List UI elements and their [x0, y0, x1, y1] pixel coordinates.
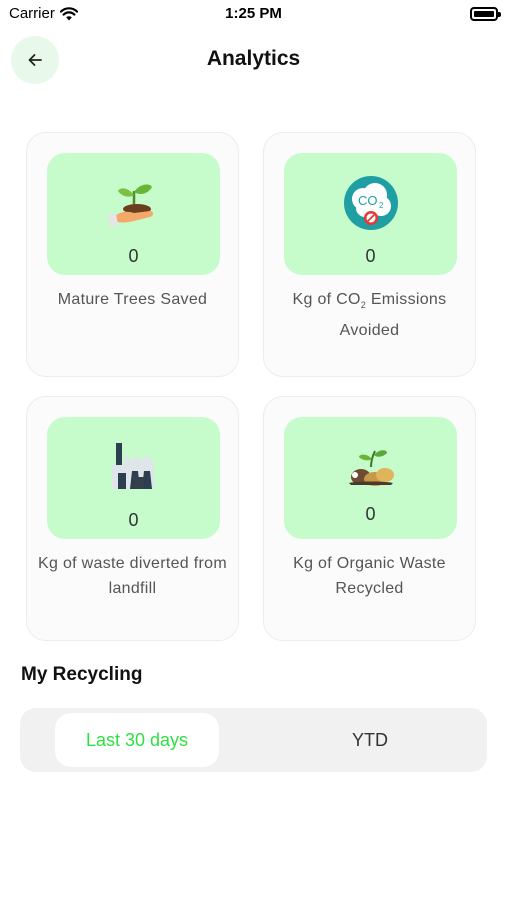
status-time: 1:25 PM	[225, 5, 282, 22]
stat-label: Kg of Organic Waste Recycled	[293, 555, 446, 597]
section-title-my-recycling: My Recycling	[21, 664, 143, 685]
svg-text:CO: CO	[358, 193, 378, 208]
stat-card-waste: 0 Kg of waste diverted from landfill	[26, 396, 239, 641]
stat-card-highlight: 0	[47, 417, 220, 539]
battery-icon	[470, 7, 501, 21]
stat-value: 0	[365, 246, 376, 266]
stat-card-highlight: 0	[284, 417, 457, 539]
stat-label: Kg of CO2 Emissions Avoided	[274, 287, 465, 343]
page-title: Analytics	[206, 47, 301, 70]
co2-blocked-icon: CO 2	[343, 176, 398, 230]
stat-card-highlight: 0	[47, 153, 220, 275]
stat-card-organic: 0 Kg of Organic Waste Recycled	[263, 396, 476, 641]
factory-icon	[111, 443, 154, 489]
status-bar: Carrier 1:25 PM	[0, 0, 507, 28]
period-segmented-control: Last 30 days YTD	[20, 708, 487, 772]
stat-label: Kg of waste diverted from landfill	[38, 555, 227, 597]
stat-value: 0	[128, 246, 139, 266]
stat-card-highlight: CO 2 0	[284, 153, 457, 275]
stat-label-prefix: Kg of CO	[292, 291, 361, 308]
stat-card-trees: 0 Mature Trees Saved	[26, 132, 239, 377]
stat-value: 0	[365, 504, 376, 524]
organic-waste-icon	[348, 450, 394, 486]
stat-card-co2: CO 2 0 Kg of CO2 Emissions Avoided	[263, 132, 476, 377]
stat-value: 0	[128, 510, 139, 530]
stat-label: Mature Trees Saved	[57, 291, 208, 308]
tab-last-30-days[interactable]: Last 30 days	[55, 713, 219, 767]
svg-text:2: 2	[379, 201, 384, 210]
plant-in-hand-icon	[107, 184, 153, 227]
tab-ytd[interactable]: YTD	[270, 713, 470, 767]
